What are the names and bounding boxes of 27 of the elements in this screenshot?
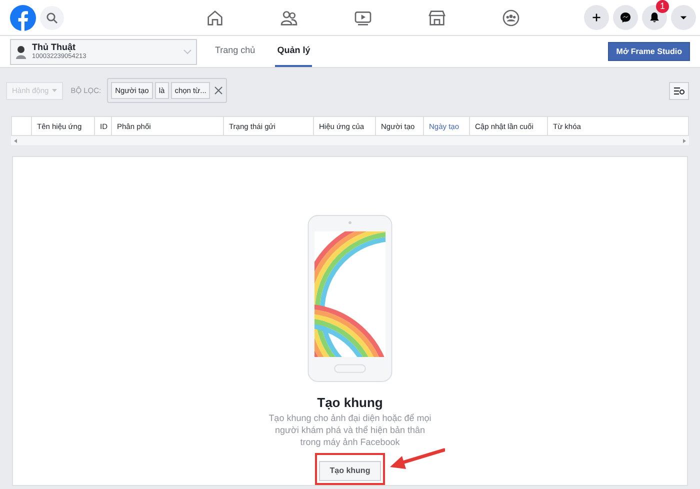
plus-button[interactable] (584, 5, 609, 30)
store-icon (427, 8, 447, 28)
search-button[interactable] (40, 6, 64, 30)
page-tab[interactable]: Trang chủ (213, 36, 258, 67)
group-icon (501, 8, 521, 28)
close-icon[interactable] (214, 86, 224, 96)
scroll-left-icon[interactable] (14, 138, 17, 143)
search-icon (46, 12, 58, 24)
home-icon (205, 8, 225, 28)
create-frame-button[interactable]: Tạo khung (318, 461, 382, 482)
chevron-down-icon (183, 48, 192, 54)
empty-state-title: Tạo khung (317, 396, 383, 410)
settings-icon (674, 86, 684, 95)
empty-state-description: Tạo khung cho ảnh đại diện hoặc để mọi người khám phá và thể hiện bản thân trong máy ảnh Facebook (268, 412, 432, 448)
dropdown-arrow-icon (52, 89, 57, 92)
facebook-logo[interactable] (10, 5, 36, 31)
people-icon (279, 8, 299, 28)
notification-badge: 1 (656, 0, 669, 13)
messenger-button[interactable] (613, 5, 638, 30)
messenger-icon (618, 10, 633, 25)
horizontal-scrollbar[interactable] (11, 136, 689, 146)
page-name: Thủ Thuật (32, 42, 76, 52)
column-settings-button[interactable] (669, 82, 689, 100)
avatar-icon (15, 44, 27, 58)
scroll-right-icon[interactable] (683, 138, 686, 143)
open-studio-button[interactable]: Mở Frame Studio (608, 42, 690, 61)
page-tab[interactable]: Quản lý (275, 36, 312, 67)
